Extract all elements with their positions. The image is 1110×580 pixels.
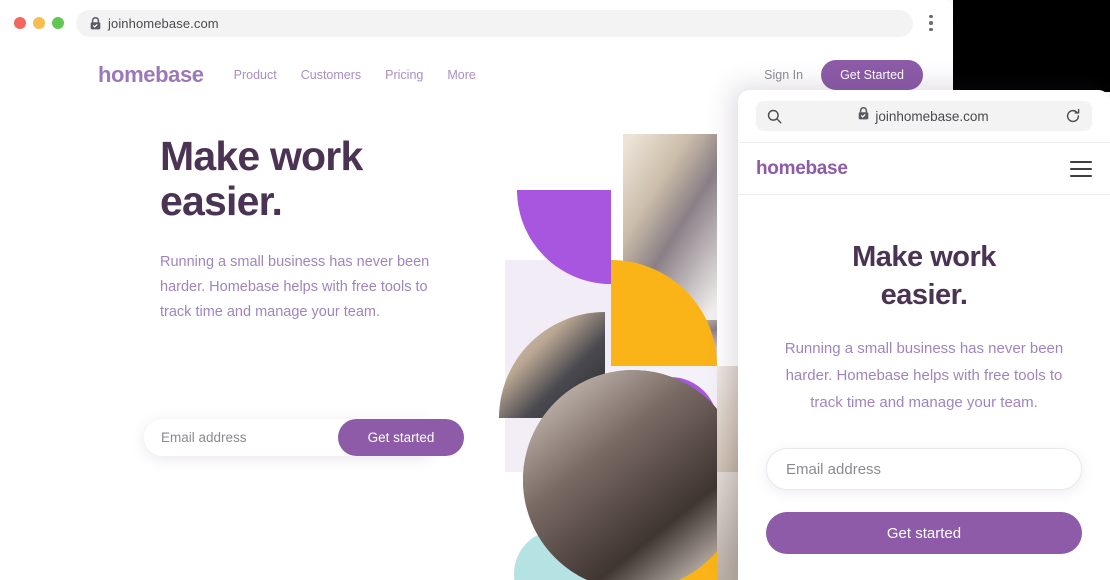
mobile-hero: Make work easier. Running a small busine…	[738, 195, 1110, 555]
hero-title-line-2: easier.	[160, 178, 283, 225]
kebab-menu-icon[interactable]	[921, 10, 941, 36]
hero-title-line-1: Make work	[160, 133, 363, 179]
maximize-window-button[interactable]	[52, 17, 64, 29]
homebase-logo[interactable]: homebase	[756, 158, 848, 180]
mobile-hero-title-line-2: easier.	[880, 278, 968, 311]
hero-subtitle: Running a small business has never been …	[160, 254, 430, 321]
mobile-navbar: homebase	[738, 143, 1110, 195]
desktop-backdrop	[953, 0, 1110, 92]
lock-icon	[858, 107, 869, 125]
minimize-window-button[interactable]	[33, 17, 45, 29]
get-started-nav-button[interactable]: Get Started	[821, 60, 923, 90]
nav-link-customers[interactable]: Customers	[301, 68, 361, 82]
desktop-address-bar[interactable]: joinhomebase.com	[76, 9, 913, 37]
get-started-hero-button[interactable]: Get started	[338, 419, 464, 456]
mobile-url-group: joinhomebase.com	[782, 107, 1065, 125]
email-input[interactable]	[144, 430, 338, 445]
desktop-signup-form: Get started	[144, 419, 464, 456]
mobile-get-started-button[interactable]: Get started	[766, 512, 1082, 555]
mobile-browser-window: joinhomebase.com homebase Make work easi…	[738, 90, 1110, 580]
nav-link-pricing[interactable]: Pricing	[385, 68, 423, 82]
mobile-url-text: joinhomebase.com	[875, 108, 989, 124]
desktop-browser-chrome: joinhomebase.com	[0, 0, 953, 46]
mobile-address-bar[interactable]: joinhomebase.com	[756, 101, 1092, 131]
mobile-browser-chrome: joinhomebase.com	[738, 90, 1110, 143]
mobile-hero-subtitle: Running a small business has never been …	[784, 340, 1064, 411]
search-icon[interactable]	[767, 109, 782, 124]
mobile-hero-title: Make work easier.	[766, 239, 1082, 314]
nav-link-product[interactable]: Product	[234, 68, 277, 82]
sign-in-link[interactable]: Sign In	[764, 68, 803, 82]
desktop-url-text: joinhomebase.com	[108, 15, 219, 31]
hamburger-menu-icon[interactable]	[1070, 160, 1092, 177]
lock-icon	[90, 16, 101, 30]
mobile-email-input[interactable]	[766, 448, 1082, 491]
homebase-logo[interactable]: homebase	[98, 62, 204, 88]
mobile-hero-title-line-1: Make work	[852, 241, 996, 273]
desktop-hero: Make work easier. Running a small busine…	[160, 133, 460, 325]
screenshot-stage: joinhomebase.com homebase Product Custom…	[0, 0, 1110, 580]
hero-title: Make work easier.	[160, 133, 460, 225]
desktop-nav-actions: Sign In Get Started	[764, 60, 929, 90]
desktop-nav-links: Product Customers Pricing More	[234, 68, 476, 82]
nav-link-more[interactable]: More	[447, 68, 475, 82]
reload-icon[interactable]	[1065, 108, 1081, 124]
window-traffic-lights	[14, 17, 64, 29]
close-window-button[interactable]	[14, 17, 26, 29]
